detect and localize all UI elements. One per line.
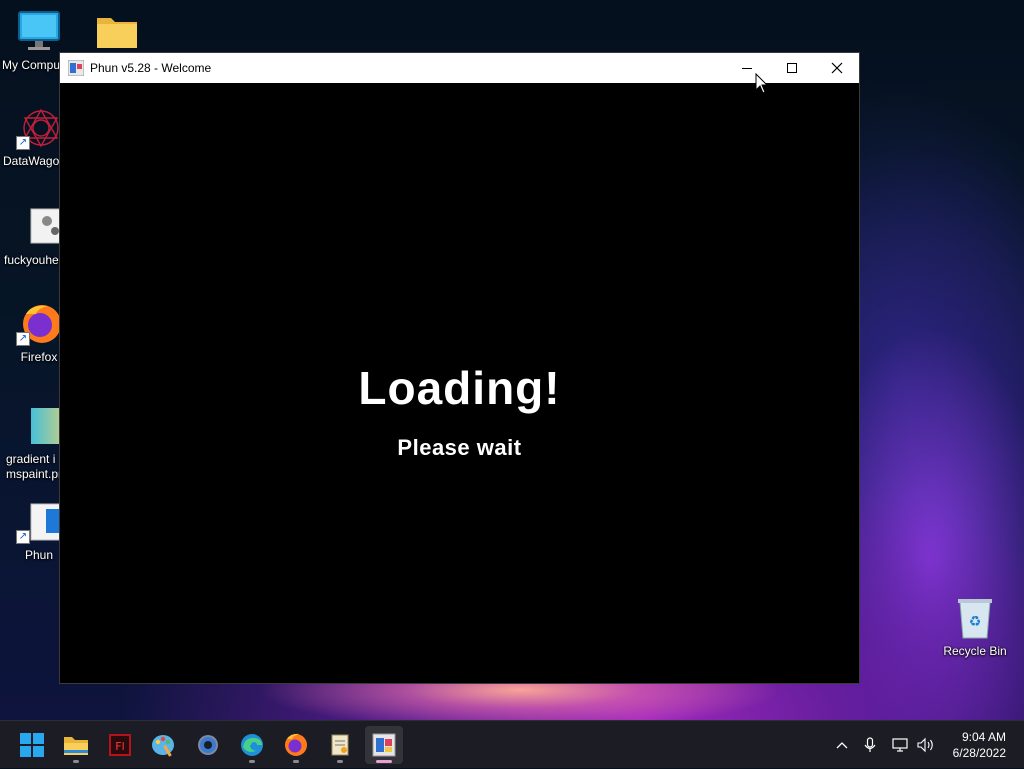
- microphone-icon: [864, 737, 876, 752]
- datawagon-icon: ↗: [16, 106, 62, 150]
- firefox-icon: [285, 733, 307, 756]
- taskbar-settings[interactable]: [189, 726, 227, 764]
- window-title: Phun v5.28 - Welcome: [90, 61, 212, 75]
- recycle-bin-icon: ♻: [952, 596, 998, 640]
- edge-icon: [241, 734, 263, 756]
- loading-heading: Loading!: [358, 362, 561, 414]
- firefox-icon: ↗: [16, 302, 62, 346]
- volume-button[interactable]: [916, 721, 936, 769]
- file-explorer-icon: [64, 737, 88, 755]
- window-content[interactable]: Loading! Please wait: [60, 83, 859, 683]
- microphone-button[interactable]: [861, 721, 879, 769]
- taskbar: Fl 9:04 AM 6/28/2022: [0, 720, 1024, 768]
- running-indicator: [293, 760, 299, 763]
- phun-app-icon: ↗: [16, 500, 78, 544]
- close-icon: [831, 62, 843, 74]
- windows-start-icon: [20, 733, 44, 757]
- svg-text:Fl: Fl: [115, 740, 124, 753]
- notepad-icon: [331, 734, 349, 756]
- phun-window[interactable]: Phun v5.28 - Welcome Loading! Please wai…: [59, 52, 860, 684]
- phun-title-icon: [67, 59, 85, 77]
- taskbar-edge[interactable]: [233, 726, 271, 764]
- clock-time: 9:04 AM: [961, 730, 1006, 744]
- desktop-icon-label: Recycle Bin: [943, 644, 1007, 658]
- phun-icon: [372, 733, 396, 757]
- maximize-button[interactable]: [769, 53, 815, 83]
- active-app-indicator: [376, 760, 392, 763]
- shortcut-arrow-icon: ↗: [16, 136, 30, 150]
- monitor-icon: [16, 10, 62, 54]
- taskbar-notepad[interactable]: [321, 726, 359, 764]
- taskbar-file-explorer[interactable]: [57, 726, 95, 764]
- mouse-cursor-icon: [755, 73, 769, 94]
- window-titlebar[interactable]: Phun v5.28 - Welcome: [60, 53, 859, 83]
- taskbar-clock[interactable]: 9:04 AM 6/28/2022: [953, 729, 1006, 761]
- running-indicator: [249, 760, 255, 763]
- maximize-icon: [787, 63, 797, 73]
- folder-icon: [94, 10, 140, 54]
- minimize-icon: [742, 68, 752, 69]
- shortcut-arrow-icon: ↗: [16, 530, 30, 544]
- image-file-icon: [16, 404, 77, 448]
- start-button[interactable]: [13, 726, 51, 764]
- volume-icon: [917, 737, 933, 753]
- flash-icon: Fl: [109, 734, 131, 756]
- taskbar-firefox[interactable]: [277, 726, 315, 764]
- svg-text:♻: ♻: [969, 614, 982, 630]
- chevron-up-icon: [836, 742, 848, 749]
- running-indicator: [337, 760, 343, 763]
- taskbar-phun[interactable]: [365, 726, 403, 764]
- desktop-icon-folder[interactable]: [78, 10, 156, 54]
- close-button[interactable]: [814, 53, 860, 83]
- clock-date: 6/28/2022: [952, 746, 1006, 760]
- show-hidden-icons-button[interactable]: [833, 721, 851, 769]
- settings-icon: [198, 735, 218, 755]
- shortcut-arrow-icon: ↗: [16, 332, 30, 346]
- network-button[interactable]: [891, 721, 911, 769]
- paint-icon: [152, 735, 174, 757]
- please-wait-text: Please wait: [397, 435, 522, 460]
- settings-file-icon: [16, 205, 76, 249]
- running-indicator: [73, 760, 79, 763]
- network-icon: [892, 738, 908, 752]
- desktop-icon-recycle-bin[interactable]: ♻ Recycle Bin: [936, 596, 1014, 659]
- taskbar-flash[interactable]: Fl: [101, 726, 139, 764]
- taskbar-paint[interactable]: [145, 726, 183, 764]
